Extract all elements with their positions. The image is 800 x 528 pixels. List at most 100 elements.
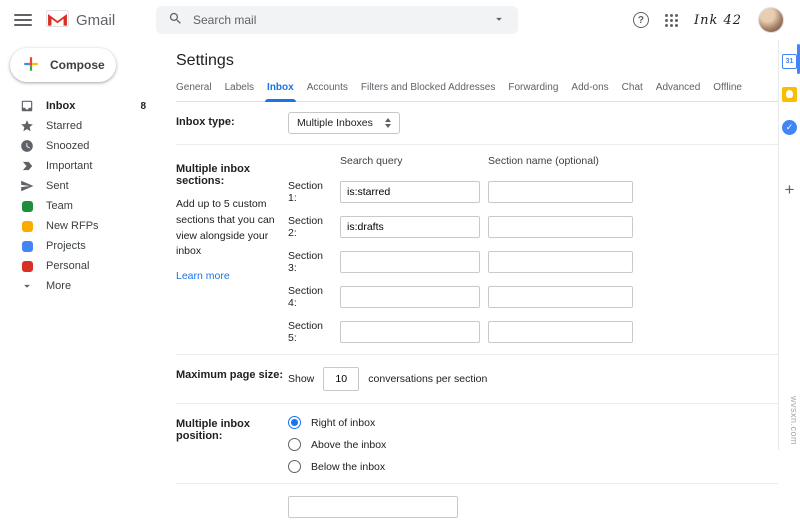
calendar-icon[interactable]: 31 (782, 54, 797, 69)
partial-input[interactable] (288, 496, 458, 518)
position-option[interactable]: Below the inbox (288, 460, 386, 473)
sidebar-item[interactable]: Personal (0, 256, 160, 276)
section-label: Section 4: (288, 285, 324, 309)
section-name-column-header: Section name (optional) (488, 155, 599, 167)
sidebar-item-label: Team (46, 200, 73, 212)
settings-tab[interactable]: Forwarding (508, 82, 558, 93)
sidebar-item[interactable]: More (0, 276, 160, 296)
keep-icon[interactable] (782, 87, 797, 102)
learn-more-link[interactable]: Learn more (176, 270, 230, 282)
sidebar-item-icon (20, 119, 34, 133)
avatar[interactable] (758, 7, 784, 33)
unread-count-badge: 8 (140, 100, 146, 112)
page-size-prefix: Show (288, 373, 315, 385)
select-caret-icon (384, 118, 391, 128)
search-input[interactable] (193, 13, 482, 27)
sidebar-item[interactable]: Inbox 8 (0, 96, 160, 116)
position-label: Multiple inbox position: (176, 418, 250, 442)
section-label: Section 2: (288, 215, 324, 239)
sidebar-item-label: Snoozed (46, 140, 90, 152)
page-size-input[interactable] (323, 367, 360, 391)
settings-tab[interactable]: Accounts (307, 82, 348, 93)
search-query-column-header: Search query (340, 155, 403, 167)
sidebar-item-icon (20, 139, 34, 153)
section-name-input[interactable] (488, 216, 633, 238)
sidebar-item-icon (20, 279, 34, 293)
sidebar-item-label: Starred (46, 120, 83, 132)
position-option-label: Right of inbox (311, 416, 376, 429)
radio-icon (288, 460, 301, 473)
sidebar-nav: Inbox 8 Starred Snoozed Important Sent T… (0, 96, 160, 296)
page-title: Settings (176, 52, 234, 69)
compose-button[interactable]: Compose (10, 48, 116, 82)
inbox-type-label: Inbox type: (176, 116, 235, 128)
menu-icon[interactable] (14, 14, 32, 26)
section-label: Section 1: (288, 180, 324, 204)
inbox-type-select[interactable]: Multiple Inboxes (288, 112, 400, 134)
section-name-input[interactable] (488, 321, 633, 343)
settings-tab[interactable]: Add-ons (571, 82, 608, 93)
sections-table: Search query Section name (optional) Sec… (288, 155, 633, 344)
position-options: Right of inbox Above the inbox Below the… (288, 414, 386, 473)
sidebar-item-label: Inbox (46, 100, 76, 112)
section-query-input[interactable] (340, 251, 480, 273)
section-query-input[interactable] (340, 216, 480, 238)
position-option-label: Above the inbox (311, 438, 387, 451)
position-option[interactable]: Right of inbox (288, 416, 386, 429)
section-query-input[interactable] (340, 286, 480, 308)
sidebar-item[interactable]: New RFPs (0, 216, 160, 236)
radio-icon (288, 438, 301, 451)
sidebar-item-icon (20, 179, 34, 193)
search-bar[interactable] (156, 6, 518, 34)
position-option-label: Below the inbox (311, 460, 386, 473)
next-settings-row-partial (176, 484, 778, 528)
sidebar-item[interactable]: Projects (0, 236, 160, 256)
add-addon-icon[interactable]: + (785, 181, 795, 198)
settings-tab[interactable]: Advanced (656, 82, 700, 93)
help-icon[interactable]: ? (632, 12, 649, 28)
compose-plus-icon (22, 55, 40, 76)
sidebar-item[interactable]: Starred (0, 116, 160, 136)
page-size-label: Maximum page size: (176, 369, 283, 381)
sidebar-item[interactable]: Important (0, 156, 160, 176)
tasks-icon[interactable]: ✓ (782, 120, 797, 135)
settings-tab[interactable]: Chat (622, 82, 643, 93)
position-option[interactable]: Above the inbox (288, 438, 386, 451)
brand-text: Gmail (76, 11, 116, 29)
page-size-row: Maximum page size: Show conversations pe… (176, 355, 778, 404)
settings-tab[interactable]: Offline (713, 82, 742, 93)
radio-icon (288, 416, 301, 429)
sidebar-item-icon (20, 239, 34, 253)
section-name-input[interactable] (488, 181, 633, 203)
settings-tab[interactable]: Labels (225, 82, 254, 93)
settings-page: Settings General Labels Inbox Accounts F… (160, 40, 778, 518)
watermark: wvsxn.com (789, 395, 799, 445)
sidebar-item-icon (20, 159, 34, 173)
sidebar-item[interactable]: Snoozed (0, 136, 160, 156)
account-logo: Ink 42 (693, 12, 742, 28)
gmail-logo[interactable]: Gmail (46, 10, 150, 30)
sidebar-item[interactable]: Team (0, 196, 160, 216)
sidebar-item-label: New RFPs (46, 220, 99, 232)
sidebar-item-label: More (46, 280, 72, 292)
top-header: Gmail ? Ink 42 (0, 0, 800, 40)
search-icon[interactable] (168, 11, 183, 29)
settings-tab[interactable]: General (176, 82, 212, 93)
search-options-chevron-icon[interactable] (492, 12, 506, 29)
gmail-envelope-icon (46, 10, 69, 30)
sidebar-item[interactable]: Sent (0, 176, 160, 196)
section-label: Section 3: (288, 250, 324, 274)
settings-tab[interactable]: Inbox (265, 82, 296, 102)
right-side-panel: 31 ✓ + (778, 40, 800, 450)
section-query-input[interactable] (340, 181, 480, 203)
section-query-input[interactable] (340, 321, 480, 343)
sidebar-item-icon (20, 219, 34, 233)
sidebar-item-icon (20, 199, 34, 213)
section-name-input[interactable] (488, 286, 633, 308)
section-name-input[interactable] (488, 251, 633, 273)
sidebar-item-icon (20, 259, 34, 273)
apps-grid-icon[interactable] (664, 13, 678, 27)
sections-row: Multiple inbox sections: Add up to 5 cus… (176, 145, 778, 355)
settings-tab[interactable]: Filters and Blocked Addresses (361, 82, 496, 93)
sidebar-item-label: Projects (46, 240, 86, 252)
